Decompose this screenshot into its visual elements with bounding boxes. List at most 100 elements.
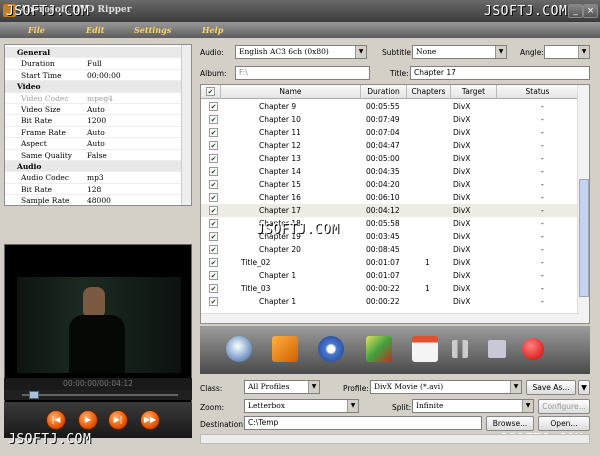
property-value[interactable]: Auto	[87, 127, 105, 138]
property-row[interactable]: Start Time 00:00:00	[5, 70, 183, 82]
table-row[interactable]: ✔ Chapter 13 00:05:00 DivX -	[201, 152, 579, 165]
row-checkbox[interactable]: ✔	[209, 219, 218, 228]
row-checkbox[interactable]: ✔	[209, 193, 218, 202]
browse-button[interactable]: Browse...	[486, 416, 534, 431]
row-checkbox[interactable]: ✔	[209, 258, 218, 267]
configure-button[interactable]: Configure...	[538, 399, 590, 414]
next-icon[interactable]: ▶|	[108, 410, 128, 430]
properties-scrollbar[interactable]	[181, 45, 191, 205]
property-value[interactable]: False	[87, 150, 107, 161]
property-row[interactable]: Bit Rate 1200	[5, 115, 183, 127]
property-value[interactable]: 1200	[87, 115, 106, 126]
title-table[interactable]: ✔ Name Duration Chapters Target Status ✔…	[200, 84, 590, 324]
table-row[interactable]: ✔ Title_03 00:00:22 1 DivX -	[201, 282, 579, 295]
property-row[interactable]: Video Codec mpeg4	[5, 93, 183, 104]
menu-help[interactable]: Help	[202, 25, 223, 35]
row-checkbox[interactable]: ✔	[209, 271, 218, 280]
row-checkbox[interactable]: ✔	[209, 102, 218, 111]
property-row[interactable]: Same Quality False	[5, 150, 183, 161]
property-value[interactable]: mp3	[87, 172, 104, 183]
table-row[interactable]: ✔ Chapter 1 00:00:22 DivX -	[201, 295, 579, 308]
row-checkbox[interactable]: ✔	[209, 128, 218, 137]
stop-icon[interactable]	[488, 340, 506, 358]
header-checkbox[interactable]: ✔	[201, 85, 221, 99]
seek-bar[interactable]	[4, 390, 192, 400]
split-select[interactable]: Infinite ▼	[412, 399, 534, 413]
col-chapters[interactable]: Chapters	[407, 85, 451, 99]
property-value[interactable]: 48000	[87, 195, 111, 205]
chapter-list-icon[interactable]	[412, 336, 438, 362]
col-target[interactable]: Target	[451, 85, 497, 99]
save-as-dropdown[interactable]: ▼	[578, 380, 590, 395]
table-vscrollbar[interactable]	[577, 85, 589, 323]
class-select[interactable]: All Profiles ▼	[244, 380, 320, 394]
row-checkbox[interactable]: ✔	[209, 141, 218, 150]
audio-select[interactable]: English AC3 6ch (0x80) ▼	[235, 45, 367, 59]
property-value[interactable]: 00:00:00	[87, 70, 121, 81]
row-checkbox[interactable]: ✔	[209, 154, 218, 163]
property-value[interactable]: mpeg4	[87, 93, 113, 104]
property-value[interactable]: 128	[87, 184, 101, 195]
snapshot-icon[interactable]	[366, 336, 392, 362]
save-as-button[interactable]: Save As...	[526, 380, 576, 395]
row-checkbox[interactable]: ✔	[209, 245, 218, 254]
property-value[interactable]: Auto	[87, 138, 105, 149]
property-row[interactable]: Video Size Auto	[5, 104, 183, 116]
seek-thumb[interactable]	[29, 391, 40, 399]
menu-edit[interactable]: Edit	[86, 25, 104, 35]
table-row[interactable]: ✔ Chapter 14 00:04:35 DivX -	[201, 165, 579, 178]
property-row[interactable]: Sample Rate 48000	[5, 195, 183, 205]
zoom-select[interactable]: Letterbox ▼	[244, 399, 359, 413]
pause-icon[interactable]	[452, 340, 468, 358]
dvd-load-icon[interactable]	[226, 336, 252, 362]
album-field[interactable]: F:\	[235, 66, 370, 80]
table-row[interactable]: ✔ Chapter 16 00:06:10 DivX -	[201, 191, 579, 204]
properties-panel[interactable]: General Duration Full Start Time 00:00:00 Vid…	[4, 44, 192, 206]
title-label: Title:	[390, 69, 409, 78]
table-row[interactable]: ✔ Chapter 17 00:04:12 DivX -	[201, 204, 579, 217]
row-checkbox[interactable]: ✔	[209, 297, 218, 306]
title-field[interactable]: Chapter 17	[410, 66, 590, 80]
table-row[interactable]: ✔ Chapter 20 00:08:45 DivX -	[201, 243, 579, 256]
table-row[interactable]: ✔ Chapter 15 00:04:20 DivX -	[201, 178, 579, 191]
end-icon[interactable]: ▶▶	[140, 410, 160, 430]
row-checkbox[interactable]: ✔	[209, 206, 218, 215]
open-button[interactable]: Open...	[538, 416, 590, 431]
subtitle-select[interactable]: None ▼	[412, 45, 507, 59]
record-icon[interactable]	[522, 338, 544, 360]
col-name[interactable]: Name	[221, 85, 361, 99]
property-row[interactable]: Duration Full	[5, 58, 183, 70]
table-hscrollbar[interactable]	[201, 313, 579, 323]
menu-settings[interactable]: Settings	[134, 25, 171, 35]
table-row[interactable]: ✔ Chapter 12 00:04:47 DivX -	[201, 139, 579, 152]
table-row[interactable]: ✔ Chapter 10 00:07:49 DivX -	[201, 113, 579, 126]
profile-select[interactable]: DivX Movie (*.avi) ▼	[370, 380, 522, 394]
row-checkbox[interactable]: ✔	[209, 180, 218, 189]
import-icon[interactable]	[272, 336, 298, 362]
property-row[interactable]: Frame Rate Auto	[5, 127, 183, 139]
property-row[interactable]: Bit Rate 128	[5, 184, 183, 196]
table-row[interactable]: ✔ Chapter 1 00:01:07 DivX -	[201, 269, 579, 282]
row-checkbox[interactable]: ✔	[209, 115, 218, 124]
table-vscroll-thumb[interactable]	[579, 179, 589, 297]
minimize-button[interactable]: _	[568, 4, 583, 18]
angle-select[interactable]: ▼	[544, 45, 590, 59]
table-row[interactable]: ✔ Title_02 00:01:07 1 DivX -	[201, 256, 579, 269]
col-duration[interactable]: Duration	[361, 85, 407, 99]
row-checkbox[interactable]: ✔	[209, 167, 218, 176]
table-row[interactable]: ✔ Chapter 9 00:05:55 DivX -	[201, 100, 579, 113]
property-row[interactable]: Aspect Auto	[5, 138, 183, 150]
play-icon[interactable]: ▶	[78, 410, 98, 430]
property-value[interactable]: Auto	[87, 104, 105, 115]
row-checkbox[interactable]: ✔	[209, 232, 218, 241]
row-checkbox[interactable]: ✔	[209, 284, 218, 293]
property-row[interactable]: Audio Codec mp3	[5, 172, 183, 184]
menu-file[interactable]: File	[28, 25, 45, 35]
previous-icon[interactable]: |◀	[46, 410, 66, 430]
destination-field[interactable]: C:\Temp	[244, 416, 482, 430]
settings-icon[interactable]	[318, 336, 344, 362]
property-value[interactable]: Full	[87, 58, 102, 69]
col-status[interactable]: Status	[497, 85, 579, 99]
close-button[interactable]: ×	[583, 4, 598, 18]
table-row[interactable]: ✔ Chapter 11 00:07:04 DivX -	[201, 126, 579, 139]
